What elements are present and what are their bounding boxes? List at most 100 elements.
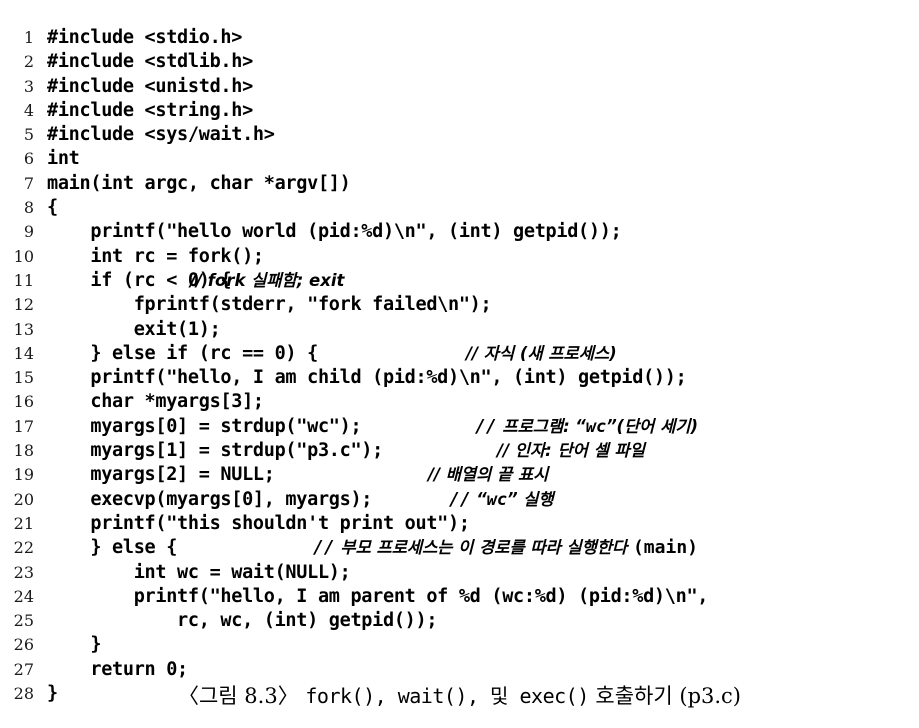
- comment-slashes: //: [449, 488, 471, 510]
- code-comment: // 프로그램: “wc”(단어 세기): [475, 415, 698, 439]
- code-line: 21 printf("this shouldn't print out");: [0, 512, 919, 536]
- line-number: 5: [23, 125, 34, 145]
- code-text: int rc = fork();: [47, 245, 264, 267]
- code-line: 15 printf("hello, I am child (pid:%d)\n"…: [0, 366, 919, 390]
- code-text: printf("hello world (pid:%d)\n", (int) g…: [47, 221, 622, 243]
- line-number: 11: [13, 270, 34, 290]
- code-text: } else if (rc == 0) {: [47, 342, 318, 364]
- comment-code-literal: (main): [632, 537, 698, 559]
- code-text: myargs[0] = strdup("wc");: [47, 415, 362, 437]
- code-text: main(int argc, char *argv[]): [47, 172, 351, 194]
- code-line: 20 execvp(myargs[0], myargs); // “wc” 실행: [0, 488, 919, 512]
- line-number: 14: [13, 343, 34, 363]
- code-line: 24 printf("hello, I am parent of %d (wc:…: [0, 585, 919, 609]
- caption-figure-number: 〈그림 8.3〉: [177, 684, 299, 708]
- code-line: 13 exit(1);: [0, 318, 919, 342]
- code-text: myargs[1] = strdup("p3.c");: [47, 440, 383, 462]
- line-number: 2: [23, 52, 34, 72]
- line-number: 27: [13, 659, 34, 679]
- line-number: 16: [13, 392, 34, 412]
- comment-korean-tail: 실행: [517, 489, 554, 509]
- code-text: printf("hello, I am parent of %d (wc:%d)…: [47, 585, 709, 607]
- code-line: 12 fprintf(stderr, "fork failed\n");: [0, 293, 919, 317]
- code-text: execvp(myargs[0], myargs);: [47, 488, 373, 510]
- code-text: rc, wc, (int) getpid());: [47, 610, 438, 632]
- code-line: 26 }: [0, 633, 919, 657]
- code-line: 19 myargs[2] = NULL; // 배열의 끝 표시: [0, 463, 919, 487]
- code-line: 8{: [0, 196, 919, 220]
- code-line: 6 int: [0, 147, 919, 171]
- code-text: {: [47, 197, 58, 219]
- code-text: #include <unistd.h>: [47, 75, 253, 97]
- line-number: 8: [23, 198, 34, 218]
- line-number: 6: [23, 149, 34, 169]
- code-line: 27 return 0;: [0, 658, 919, 682]
- code-text: char *myargs[3];: [47, 391, 264, 413]
- line-number: 22: [13, 538, 34, 558]
- line-number: 21: [13, 513, 34, 533]
- line-number: 20: [13, 489, 34, 509]
- code-line: 1 #include <stdio.h>: [0, 26, 919, 50]
- code-comment: // 배열의 끝 표시: [428, 465, 549, 485]
- code-text: }: [47, 634, 102, 656]
- comment-code-literal: “wc”: [575, 416, 617, 437]
- code-line: 3 #include <unistd.h>: [0, 75, 919, 99]
- code-text: myargs[2] = NULL;: [47, 464, 275, 486]
- code-text: int wc = wait(NULL);: [47, 561, 351, 583]
- code-comment: // 자식 (새 프로세스): [466, 343, 617, 363]
- line-number: 18: [13, 441, 34, 461]
- code-comment: // “wc” 실행: [449, 488, 554, 512]
- code-line: 25 rc, wc, (int) getpid());: [0, 609, 919, 633]
- code-text: #include <stdio.h>: [47, 27, 243, 48]
- comment-code-literal: “wc”: [476, 489, 518, 510]
- code-text: } else {: [47, 537, 178, 559]
- line-number: 23: [13, 562, 34, 582]
- code-line: 16 char *myargs[3];: [0, 390, 919, 414]
- caption-code-names: fork(), wait(), 및 exec(): [305, 684, 589, 708]
- line-number: 24: [13, 586, 34, 606]
- line-number: 10: [13, 246, 34, 266]
- code-line: 10 int rc = fork();: [0, 245, 919, 269]
- line-number: 4: [23, 100, 34, 120]
- code-line: 11 if (rc < 0) { // fork 실패함; exit: [0, 269, 919, 293]
- comment-slashes: //: [313, 537, 335, 559]
- line-number: 25: [13, 611, 34, 631]
- line-number: 17: [13, 416, 34, 436]
- line-number: 15: [13, 368, 34, 388]
- line-number: 1: [23, 28, 34, 47]
- comment-korean-part: 프로그램:: [496, 416, 576, 436]
- line-number: 7: [23, 173, 34, 193]
- code-text: return 0;: [47, 658, 188, 680]
- code-line: 5 #include <sys/wait.h>: [0, 123, 919, 147]
- code-figure: 1 #include <stdio.h> 2 #include <stdlib.h> 3…: [0, 0, 919, 728]
- code-text: printf("this shouldn't print out");: [47, 512, 470, 534]
- code-text: #include <sys/wait.h>: [47, 124, 275, 146]
- comment-korean-part: 부모 프로세스는 이 경로를 따라 실행한다: [334, 538, 633, 558]
- code-line: 23 int wc = wait(NULL);: [0, 561, 919, 585]
- code-text: #include <string.h>: [47, 99, 253, 121]
- code-text: fprintf(stderr, "fork failed\n");: [47, 294, 492, 316]
- line-number: 9: [23, 222, 34, 242]
- code-line: 2 #include <stdlib.h>: [0, 50, 919, 74]
- line-number: 13: [13, 319, 34, 339]
- code-line: 22 } else { // 부모 프로세스는 이 경로를 따라 실행한다 (ma…: [0, 536, 919, 560]
- code-listing: 1 #include <stdio.h> 2 #include <stdlib.h> 3…: [0, 26, 919, 706]
- caption-description: 호출하기 (p3.c): [595, 684, 742, 708]
- comment-korean-tail: (단어 세기): [616, 416, 698, 436]
- code-line: 4 #include <string.h>: [0, 99, 919, 123]
- line-number: 19: [13, 465, 34, 485]
- figure-caption: 〈그림 8.3〉 fork(), wait(), 및 exec() 호출하기 (…: [0, 680, 919, 710]
- code-line: 18 myargs[1] = strdup("p3.c"); // 인자: 단어 …: [0, 439, 919, 463]
- code-comment: // fork 실패함; exit: [190, 270, 345, 290]
- code-text: int: [47, 148, 80, 170]
- line-number: 26: [13, 635, 34, 655]
- code-line: 14 } else if (rc == 0) { // 자식 (새 프로세스): [0, 342, 919, 366]
- code-comment: // 인자: 단어 셀 파일: [497, 441, 645, 461]
- comment-slashes: //: [475, 415, 497, 437]
- line-number: 12: [13, 295, 34, 315]
- code-text: #include <stdlib.h>: [47, 51, 253, 73]
- code-text: printf("hello, I am child (pid:%d)\n", (…: [47, 367, 687, 389]
- code-line: 17 myargs[0] = strdup("wc"); // 프로그램: “wc…: [0, 415, 919, 439]
- code-comment: // 부모 프로세스는 이 경로를 따라 실행한다 (main): [313, 536, 698, 560]
- code-line: 7 main(int argc, char *argv[]): [0, 172, 919, 196]
